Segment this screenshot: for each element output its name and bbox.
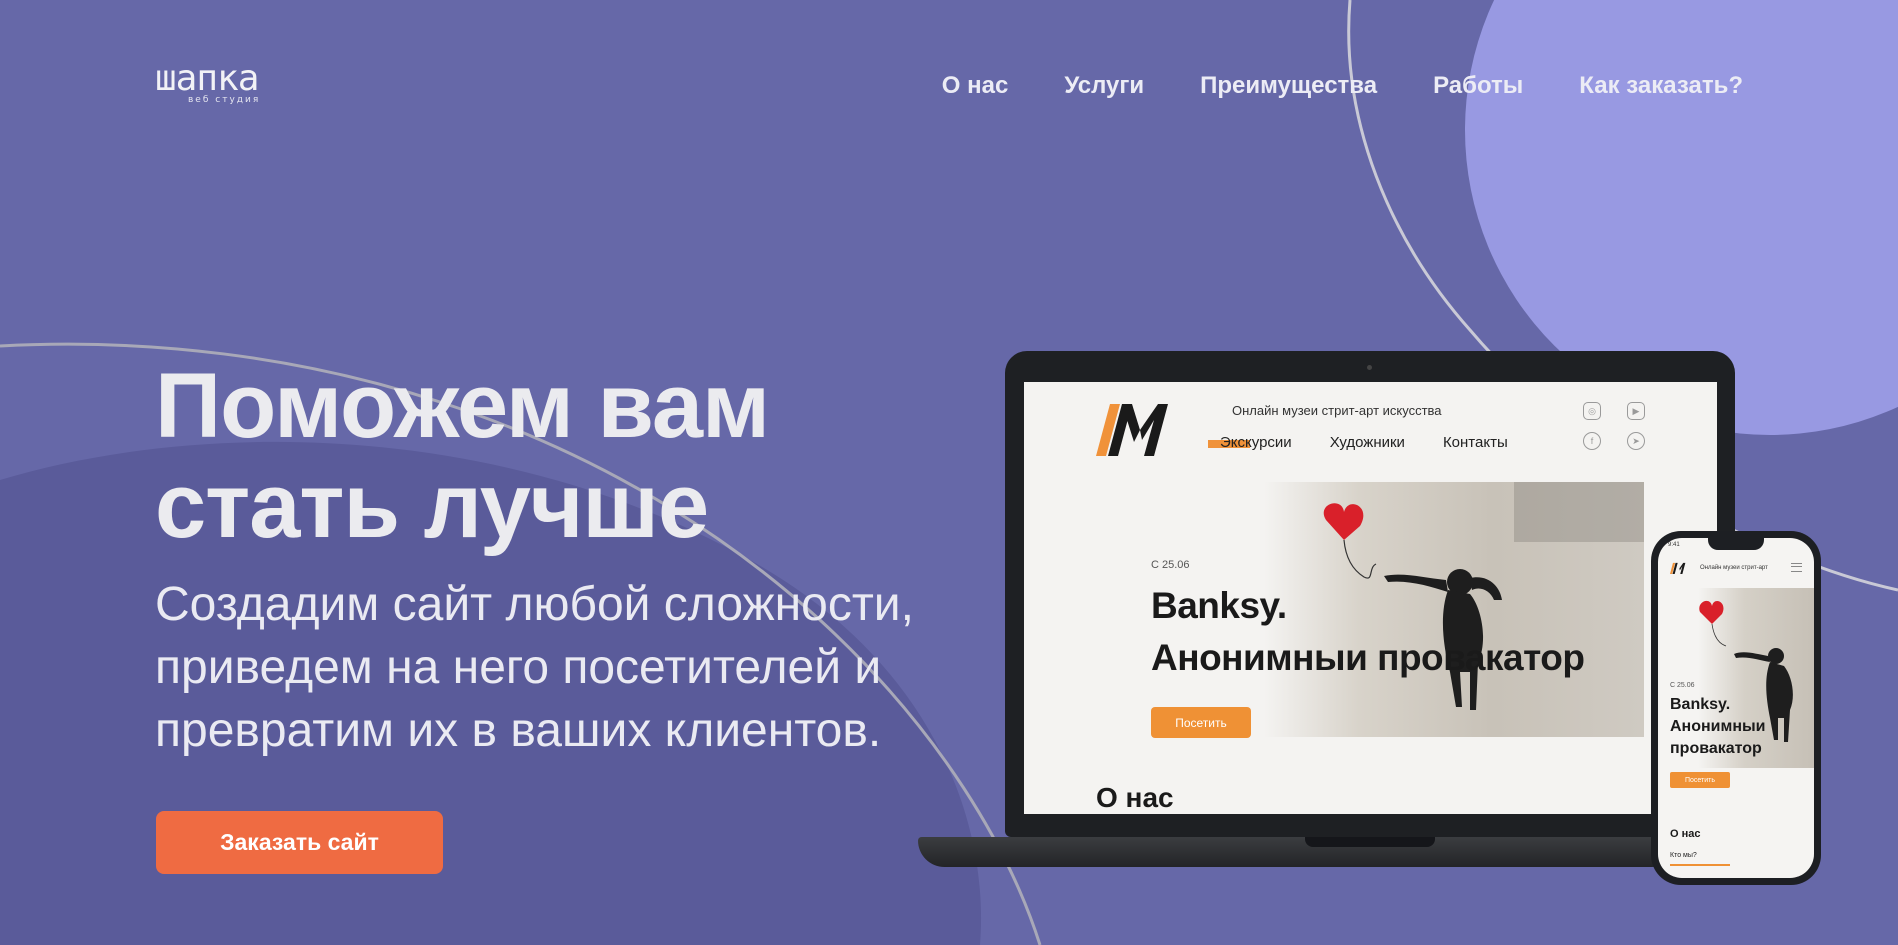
phone-notch bbox=[1708, 538, 1764, 550]
mockup-title: Banksy. Анонимныи провакатор bbox=[1151, 580, 1631, 684]
logo-subtitle: веб студия bbox=[188, 95, 261, 105]
laptop-base bbox=[918, 837, 1678, 867]
phone-about-heading: О нас bbox=[1670, 828, 1701, 840]
main-nav: О нас Услуги Преимущества Работы Как зак… bbox=[942, 72, 1743, 100]
phone-date: С 25.06 bbox=[1670, 682, 1695, 689]
mockup-title-line-2: Анонимныи провакатор bbox=[1151, 637, 1585, 678]
telegram-icon: ➤ bbox=[1627, 432, 1645, 450]
hero-title-line-1: Поможем вам bbox=[155, 355, 770, 457]
phone-tagline: Онлайн музеи стрит-арт bbox=[1700, 565, 1768, 571]
laptop-notch bbox=[1305, 837, 1435, 847]
hero-subtitle-line-1: Создадим сайт любой сложности, bbox=[155, 578, 914, 631]
hero-subtitle-line-2: приведем на него посетителей и bbox=[155, 641, 882, 694]
museum-logo-icon bbox=[1096, 404, 1168, 456]
mockup-title-line-1: Banksy. bbox=[1151, 585, 1287, 626]
logo[interactable]: шапка веб студия bbox=[155, 58, 285, 106]
hero-title-line-2: стать лучше bbox=[155, 455, 709, 557]
phone-title: Banksy. Анонимныи провакатор bbox=[1670, 694, 1810, 760]
phone-status-time: 9:41 bbox=[1668, 542, 1680, 548]
phone-title-line-2: Анонимныи bbox=[1670, 718, 1766, 735]
mockup-about-heading: О нас bbox=[1096, 782, 1174, 813]
nav-link-advantages[interactable]: Преимущества bbox=[1200, 72, 1377, 100]
logo-wordmark: шапка bbox=[155, 58, 259, 99]
hero-subtitle: Создадим сайт любой сложности, приведем … bbox=[155, 573, 955, 762]
hero-title: Поможем вам стать лучше bbox=[155, 356, 875, 556]
phone-who-we-are: Кто мы? bbox=[1670, 852, 1697, 859]
mockup-nav-artists: Художники bbox=[1329, 434, 1405, 451]
phone-menu-icon bbox=[1791, 563, 1802, 572]
phone-museum-logo-icon bbox=[1670, 562, 1686, 574]
mockup-date: С 25.06 bbox=[1151, 559, 1190, 571]
hero-subtitle-line-3: превратим их в ваших клиентов. bbox=[155, 704, 882, 757]
nav-link-works[interactable]: Работы bbox=[1433, 72, 1523, 100]
nav-link-services[interactable]: Услуги bbox=[1064, 72, 1144, 100]
phone-visit-button: Посетить bbox=[1670, 772, 1730, 788]
mockup-social-icons: ◎ ▶ f ➤ bbox=[1583, 402, 1645, 450]
mockup-nav-tours: Экскурсии bbox=[1208, 434, 1292, 451]
laptop-camera bbox=[1367, 365, 1372, 370]
order-site-button[interactable]: Заказать сайт bbox=[156, 811, 443, 874]
mockup-visit-button: Посетить bbox=[1151, 707, 1251, 738]
youtube-icon: ▶ bbox=[1627, 402, 1645, 420]
mockup-nav: Экскурсии Художники Контакты bbox=[1208, 434, 1508, 451]
nav-link-about[interactable]: О нас bbox=[942, 72, 1009, 100]
instagram-icon: ◎ bbox=[1583, 402, 1601, 420]
phone-accent-line bbox=[1670, 864, 1730, 866]
laptop-screen: Онлайн музеи стрит-арт искусства Экскурс… bbox=[1024, 382, 1717, 814]
phone-screen: 9:41 Онлайн музеи стрит-арт С 25.06 Bank… bbox=[1658, 538, 1814, 878]
nav-link-how-to-order[interactable]: Как заказать? bbox=[1579, 72, 1743, 100]
phone-title-line-3: провакатор bbox=[1670, 740, 1762, 757]
phone-title-line-1: Banksy. bbox=[1670, 696, 1731, 713]
mockup-nav-contacts: Контакты bbox=[1442, 434, 1508, 451]
facebook-icon: f bbox=[1583, 432, 1601, 450]
mockup-tagline: Онлайн музеи стрит-арт искусства bbox=[1232, 403, 1442, 418]
